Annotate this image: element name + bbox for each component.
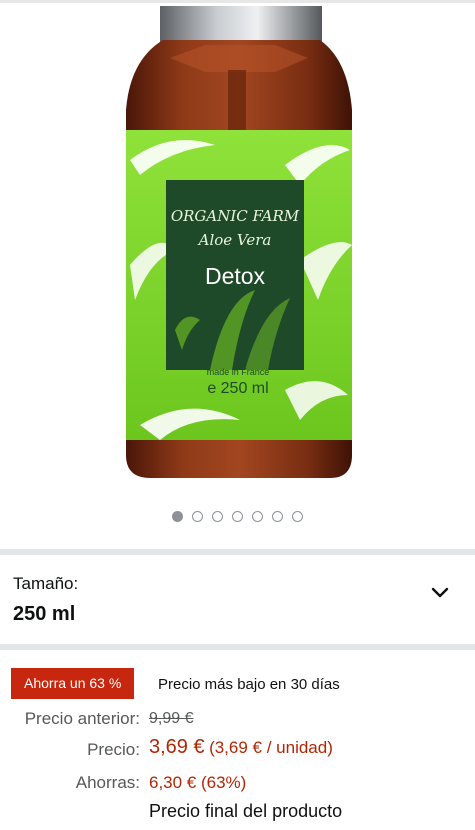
carousel-dot[interactable] bbox=[172, 511, 183, 522]
section-divider bbox=[0, 549, 475, 555]
carousel-dot[interactable] bbox=[252, 511, 263, 522]
price-value: 3,69 € bbox=[149, 736, 205, 758]
discount-badge: Ahorra un 63 % bbox=[11, 668, 135, 699]
carousel-dot[interactable] bbox=[292, 511, 303, 522]
price-label: Precio: bbox=[87, 740, 140, 759]
label-volume-text: e 250 ml bbox=[207, 380, 268, 397]
image-carousel-dots[interactable] bbox=[0, 511, 475, 522]
label-subline-text: Aloe Vera bbox=[197, 231, 272, 249]
savings-label: Ahorras: bbox=[75, 773, 140, 792]
final-price-note: Precio final del producto bbox=[149, 801, 343, 821]
carousel-dot[interactable] bbox=[272, 511, 283, 522]
section-divider bbox=[0, 644, 475, 650]
savings-value: 6,30 € (63%) bbox=[149, 773, 247, 792]
product-image[interactable]: ORGANIC FARM Aloe Vera Detox made in Fra… bbox=[0, 0, 475, 500]
size-value: 250 ml bbox=[13, 603, 76, 625]
size-selector[interactable]: Tamaño: 250 ml bbox=[0, 556, 475, 644]
carousel-dot[interactable] bbox=[192, 511, 203, 522]
previous-price-label: Precio anterior: bbox=[24, 709, 140, 728]
previous-price-value: 9,99 € bbox=[149, 710, 194, 727]
carousel-dot[interactable] bbox=[232, 511, 243, 522]
unit-price: (3,69 € / unidad) bbox=[209, 738, 333, 757]
label-brand-text: ORGANIC FARM bbox=[171, 207, 300, 225]
carousel-dot[interactable] bbox=[212, 511, 223, 522]
label-product-name: Detox bbox=[205, 263, 266, 289]
chevron-down-icon[interactable] bbox=[430, 586, 450, 600]
label-origin-text: made in France bbox=[207, 367, 270, 377]
price-row: 3,69 € (3,69 € / unidad) bbox=[149, 736, 333, 759]
size-label: Tamaño: bbox=[13, 574, 79, 593]
lowest-price-note: Precio más bajo en 30 días bbox=[158, 676, 340, 693]
